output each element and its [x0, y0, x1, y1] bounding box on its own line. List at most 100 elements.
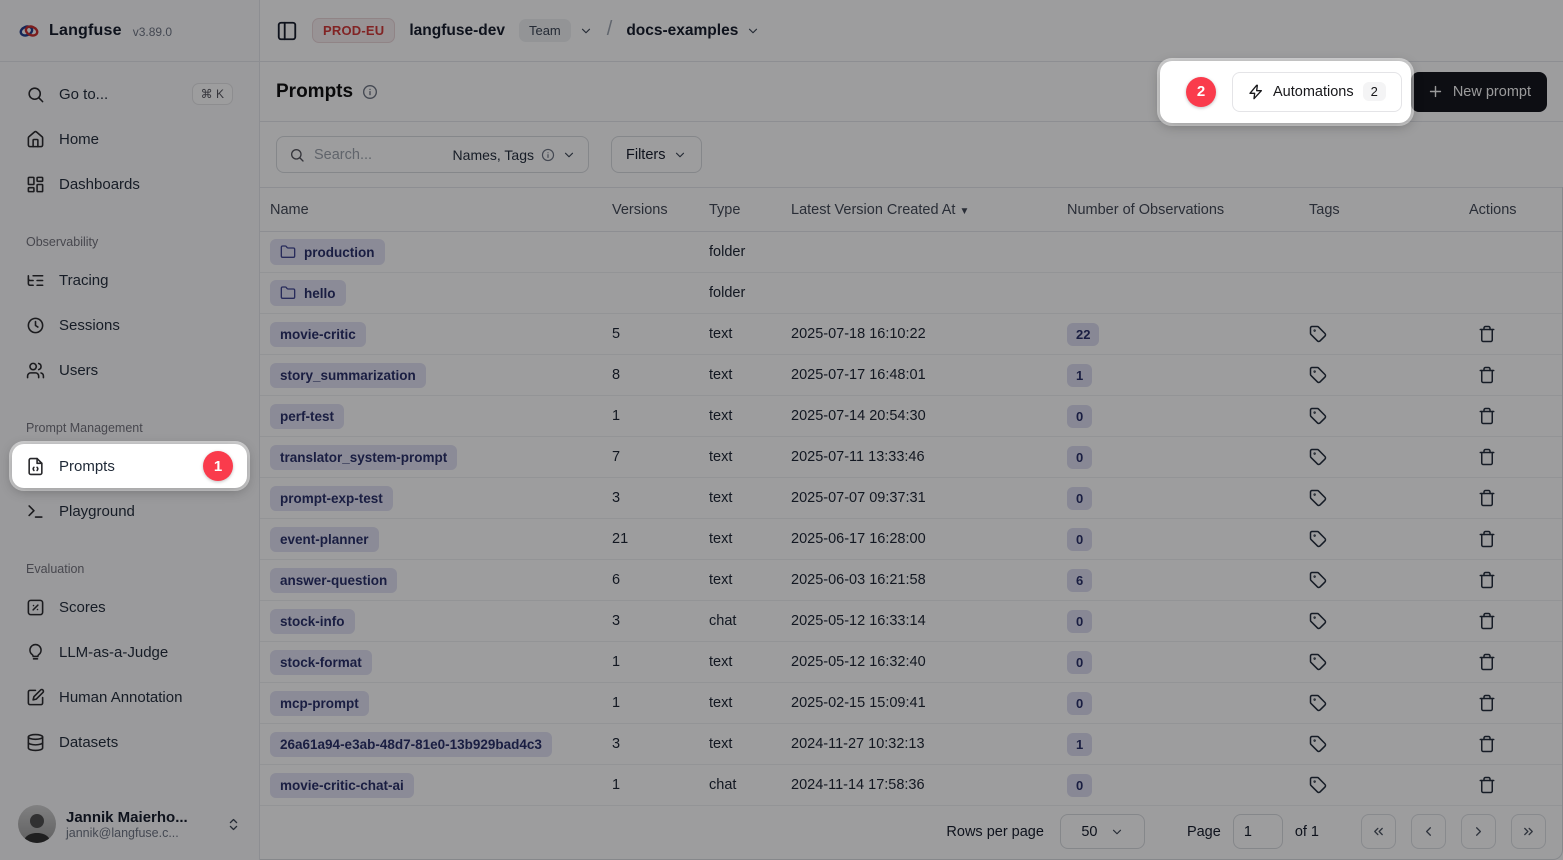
trash-icon[interactable]: [1478, 448, 1496, 466]
sidebar-item-label: Human Annotation: [59, 689, 182, 706]
tag-icon[interactable]: [1309, 612, 1327, 630]
sidebar-item-human-annotation[interactable]: Human Annotation: [12, 675, 247, 719]
trash-icon[interactable]: [1478, 489, 1496, 507]
table-row[interactable]: stock-info 3 chat 2025-05-12 16:33:14 0: [260, 601, 1562, 642]
table-row[interactable]: mcp-prompt 1 text 2025-02-15 15:09:41 0: [260, 683, 1562, 724]
trash-icon[interactable]: [1478, 530, 1496, 548]
sidebar-item-label: Dashboards: [59, 176, 140, 193]
trash-icon[interactable]: [1478, 407, 1496, 425]
table-row[interactable]: production folder: [260, 232, 1562, 273]
header-actions: 2 Automations 2 New prompt: [1160, 61, 1547, 123]
trash-icon[interactable]: [1478, 366, 1496, 384]
table-row[interactable]: perf-test 1 text 2025-07-14 20:54:30 0: [260, 396, 1562, 437]
table-row[interactable]: hello folder: [260, 273, 1562, 314]
database-icon: [26, 733, 45, 752]
brand-version: v3.89.0: [133, 25, 172, 39]
tag-icon[interactable]: [1309, 735, 1327, 753]
search-input[interactable]: [314, 147, 410, 163]
column-header-name[interactable]: Name: [270, 202, 612, 218]
prompt-link[interactable]: movie-critic-chat-ai: [270, 773, 414, 798]
sidebar-item-home[interactable]: Home: [12, 117, 247, 161]
new-prompt-button[interactable]: New prompt: [1411, 72, 1547, 112]
column-header-versions[interactable]: Versions: [612, 202, 709, 218]
tag-icon[interactable]: [1309, 489, 1327, 507]
page-number-input[interactable]: [1233, 814, 1283, 849]
table-row[interactable]: movie-critic-chat-ai 1 chat 2024-11-14 1…: [260, 765, 1562, 806]
chevron-down-icon: [1110, 825, 1124, 839]
table-row[interactable]: 26a61a94-e3ab-48d7-81e0-13b929bad4c3 3 t…: [260, 724, 1562, 765]
last-page-button[interactable]: [1511, 814, 1546, 849]
prompt-link[interactable]: 26a61a94-e3ab-48d7-81e0-13b929bad4c3: [270, 732, 552, 757]
trash-icon[interactable]: [1478, 694, 1496, 712]
trash-icon[interactable]: [1478, 325, 1496, 343]
prompt-link[interactable]: stock-format: [270, 650, 372, 675]
sidebar-item-llm-judge[interactable]: LLM-as-a-Judge: [12, 630, 247, 674]
automations-button[interactable]: Automations 2: [1232, 72, 1402, 112]
project-dropdown[interactable]: docs-examples: [626, 22, 760, 40]
folder-link[interactable]: production: [270, 239, 385, 265]
trash-icon[interactable]: [1478, 571, 1496, 589]
prompt-link[interactable]: translator_system-prompt: [270, 445, 457, 470]
sidebar-item-goto[interactable]: Go to... ⌘ K: [12, 72, 247, 116]
folder-link[interactable]: hello: [270, 280, 346, 306]
sidebar-item-prompts[interactable]: Prompts 1: [12, 444, 247, 488]
column-header-created[interactable]: Latest Version Created At▼: [791, 202, 1067, 218]
prompt-link[interactable]: mcp-prompt: [270, 691, 369, 716]
tag-icon[interactable]: [1309, 776, 1327, 794]
first-page-button[interactable]: [1361, 814, 1396, 849]
table-row[interactable]: translator_system-prompt 7 text 2025-07-…: [260, 437, 1562, 478]
table-row[interactable]: stock-format 1 text 2025-05-12 16:32:40 …: [260, 642, 1562, 683]
list-tree-icon: [26, 271, 45, 290]
tag-icon[interactable]: [1309, 448, 1327, 466]
sidebar-item-label: Playground: [59, 503, 135, 520]
brand-name: Langfuse: [49, 22, 122, 40]
table-row[interactable]: prompt-exp-test 3 text 2025-07-07 09:37:…: [260, 478, 1562, 519]
previous-page-button[interactable]: [1411, 814, 1446, 849]
org-type-dropdown[interactable]: Team: [519, 19, 593, 42]
tag-icon[interactable]: [1309, 694, 1327, 712]
breadcrumb-project: docs-examples: [626, 22, 738, 40]
prompt-link[interactable]: prompt-exp-test: [270, 486, 393, 511]
sidebar-toggle-icon[interactable]: [276, 20, 298, 42]
users-icon: [26, 361, 45, 380]
prompt-link[interactable]: story_summarization: [270, 363, 426, 388]
sidebar-item-datasets[interactable]: Datasets: [12, 720, 247, 764]
sidebar-section-prompt-management: Prompt Management: [26, 421, 233, 435]
prompt-link[interactable]: perf-test: [270, 404, 344, 429]
search-scope-label: Names, Tags: [453, 147, 534, 163]
trash-icon[interactable]: [1478, 776, 1496, 794]
table-row[interactable]: event-planner 21 text 2025-06-17 16:28:0…: [260, 519, 1562, 560]
trash-icon[interactable]: [1478, 612, 1496, 630]
tag-icon[interactable]: [1309, 530, 1327, 548]
sidebar-item-label: Home: [59, 131, 99, 148]
tag-icon[interactable]: [1309, 407, 1327, 425]
sidebar-item-dashboards[interactable]: Dashboards: [12, 162, 247, 206]
sidebar-item-tracing[interactable]: Tracing: [12, 258, 247, 302]
prompt-link[interactable]: stock-info: [270, 609, 355, 634]
tag-icon[interactable]: [1309, 571, 1327, 589]
sidebar-item-scores[interactable]: Scores: [12, 585, 247, 629]
search-scope-dropdown[interactable]: Names, Tags: [453, 147, 576, 163]
next-page-button[interactable]: [1461, 814, 1496, 849]
table-row[interactable]: story_summarization 8 text 2025-07-17 16…: [260, 355, 1562, 396]
prompt-link[interactable]: movie-critic: [270, 322, 366, 347]
table-row[interactable]: answer-question 6 text 2025-06-03 16:21:…: [260, 560, 1562, 601]
breadcrumb-org[interactable]: langfuse-dev: [409, 22, 505, 40]
trash-icon[interactable]: [1478, 653, 1496, 671]
prompt-link[interactable]: answer-question: [270, 568, 397, 593]
sidebar-item-users[interactable]: Users: [12, 348, 247, 392]
sidebar-item-sessions[interactable]: Sessions: [12, 303, 247, 347]
sidebar-item-label: Tracing: [59, 272, 108, 289]
rows-per-page-select[interactable]: 50: [1060, 814, 1145, 849]
tag-icon[interactable]: [1309, 653, 1327, 671]
tag-icon[interactable]: [1309, 325, 1327, 343]
prompt-link[interactable]: event-planner: [270, 527, 379, 552]
user-menu[interactable]: Jannik Maierho... jannik@langfuse.c...: [12, 796, 247, 852]
info-icon[interactable]: [362, 84, 378, 100]
sidebar-item-playground[interactable]: Playground: [12, 489, 247, 533]
table-row[interactable]: movie-critic 5 text 2025-07-18 16:10:22 …: [260, 314, 1562, 355]
filters-button[interactable]: Filters: [611, 136, 702, 173]
tag-icon[interactable]: [1309, 366, 1327, 384]
sidebar-section-observability: Observability: [26, 235, 233, 249]
trash-icon[interactable]: [1478, 735, 1496, 753]
